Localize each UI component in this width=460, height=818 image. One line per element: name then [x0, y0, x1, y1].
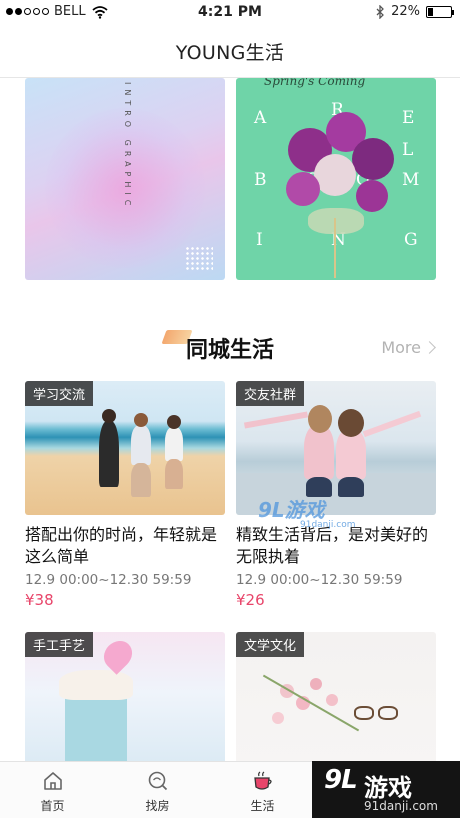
search-house-icon	[148, 771, 167, 791]
chevron-right-icon	[423, 341, 436, 354]
tab-label: 首页	[40, 799, 65, 813]
card-image-craft: 手工手艺	[25, 632, 225, 766]
card-title: 精致生活背后，是对美好的无限执着	[236, 525, 429, 566]
tab-label: 找房	[145, 799, 170, 813]
tab-find-house[interactable]: 找房	[105, 762, 210, 818]
tab-life[interactable]: 生活	[210, 762, 315, 818]
tab-label: 生活	[250, 799, 275, 813]
category-tag: 手工手艺	[25, 632, 94, 657]
banner-card-bloom[interactable]: Spring's Coming A B I R E L O O M N G	[236, 78, 436, 280]
tab-home[interactable]: 首页	[0, 762, 105, 818]
section-header: 同城生活 More	[0, 322, 460, 372]
banner-letter: I	[256, 230, 263, 250]
card-image-beach: 学习交流	[25, 381, 225, 515]
watermark-text: 游戏	[364, 774, 412, 802]
category-tag: 交友社群	[236, 381, 305, 406]
banner-letter: B	[254, 170, 267, 190]
battery-percent: 22%	[391, 4, 420, 19]
card-title: 搭配出你的时尚，年轻就是这么简单	[25, 525, 218, 566]
status-right: 22%	[376, 4, 454, 19]
bluetooth-icon	[376, 4, 385, 19]
banner-script-text: Spring's Coming	[264, 78, 366, 88]
banner-letter: M	[402, 170, 420, 190]
battery-level	[428, 7, 433, 16]
watermark-logo: 9L	[324, 765, 358, 795]
event-card[interactable]: 文学文化	[236, 632, 436, 766]
more-label: More	[381, 338, 421, 357]
banner-letter: A	[254, 108, 267, 128]
card-image-desk: 文学文化	[236, 632, 436, 766]
card-date: 12.9 00:00~12.30 59:59	[236, 572, 403, 588]
banner-vertical-text: INTRO GRAPHIC	[123, 82, 132, 211]
nav-bar: YOUNG生活	[0, 26, 460, 78]
card-price: ¥26	[236, 591, 265, 609]
stem-decoration	[334, 218, 336, 278]
banner-letter: E	[402, 108, 415, 128]
more-link[interactable]: More	[381, 338, 436, 357]
status-bar: BELL 4:21 PM 22%	[0, 0, 460, 26]
home-icon	[43, 772, 62, 790]
site-watermark: 9L 游戏 91danji.com	[312, 761, 460, 818]
page-title: YOUNG生活	[175, 42, 285, 64]
watermark-url: 91danji.com	[364, 799, 438, 813]
image-watermark-url: 91danji.com	[300, 520, 356, 530]
banner-letter: G	[404, 230, 418, 250]
banner-card-intro[interactable]: INTRO GRAPHIC	[25, 78, 225, 280]
banner-letter: L	[402, 140, 414, 160]
event-card[interactable]: 手工手艺	[25, 632, 225, 766]
image-watermark: 9L游戏	[258, 498, 325, 522]
battery-icon	[426, 5, 454, 18]
event-card[interactable]: 学习交流 搭配出你的时尚，年轻就是这么简单 12.9 00:00~12.30 5…	[25, 381, 225, 609]
category-tag: 学习交流	[25, 381, 94, 406]
dot-grid-decoration	[185, 246, 213, 272]
card-date: 12.9 00:00~12.30 59:59	[25, 572, 192, 588]
coffee-cup-icon	[253, 771, 272, 790]
category-tag: 文学文化	[236, 632, 305, 657]
bow-decoration	[308, 208, 364, 234]
card-price: ¥38	[25, 591, 54, 609]
